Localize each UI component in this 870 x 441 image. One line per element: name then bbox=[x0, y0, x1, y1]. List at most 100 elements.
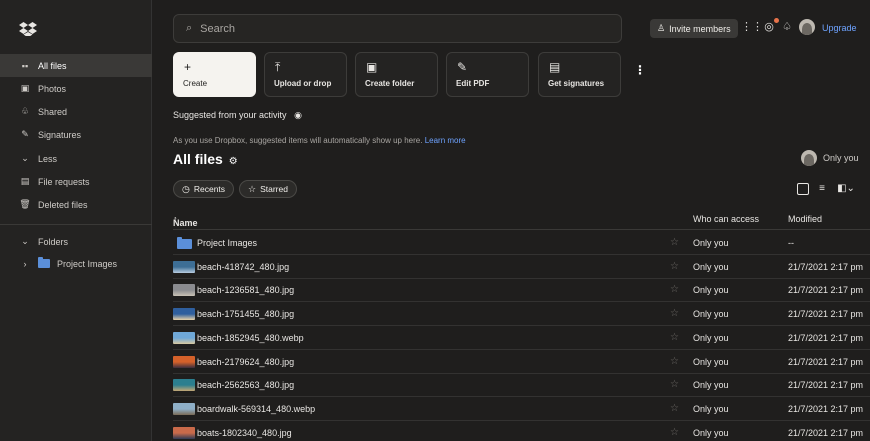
table-header: Name ↑ Who can access Modified bbox=[173, 210, 870, 230]
notification-dot bbox=[774, 18, 779, 23]
select-all-checkbox[interactable] bbox=[797, 183, 809, 195]
sidebar-item-label: Photos bbox=[38, 83, 67, 94]
list-view-icon[interactable]: ≡ bbox=[816, 183, 828, 195]
file-name[interactable]: beach-1751455_480.jpg bbox=[197, 309, 294, 319]
access-cell: Only you bbox=[693, 285, 729, 296]
modified-cell: 21/7/2021 2:17 pm bbox=[788, 403, 864, 414]
action-label: Create folder bbox=[365, 79, 415, 88]
star-icon[interactable]: ☆ bbox=[670, 379, 679, 390]
access-cell: Only you bbox=[693, 261, 729, 272]
plus-icon: + bbox=[184, 60, 192, 74]
modified-cell: 21/7/2021 2:17 pm bbox=[788, 356, 864, 367]
file-name[interactable]: beach-2562563_480.jpg bbox=[197, 380, 294, 390]
file-name[interactable]: boats-1802340_480.jpg bbox=[197, 428, 292, 438]
sidebar-item-less[interactable]: ⌄ Less bbox=[0, 147, 152, 170]
edit-pdf-icon: ✎ bbox=[457, 60, 468, 74]
file-row[interactable]: beach-1852945_480.webp ☆ Only you 21/7/2021… bbox=[173, 326, 870, 350]
sidebar-folders-toggle[interactable]: ⌄ Folders bbox=[0, 230, 152, 253]
image-thumbnail bbox=[173, 284, 195, 297]
create-button[interactable]: + Create bbox=[173, 52, 256, 97]
signature-icon: ▤ bbox=[549, 60, 561, 74]
file-row[interactable]: boardwalk-569314_480.webp ☆ Only you 21/7/2… bbox=[173, 397, 870, 421]
modified-column-header[interactable]: Modified bbox=[788, 214, 822, 224]
page-title: All files ⚙ bbox=[173, 151, 238, 167]
access-cell: Only you bbox=[693, 309, 729, 320]
action-label: Get signatures bbox=[548, 79, 605, 88]
user-avatar[interactable] bbox=[799, 19, 815, 35]
get-signatures-button[interactable]: ▤ Get signatures bbox=[538, 52, 621, 97]
create-folder-button[interactable]: ▣ Create folder bbox=[355, 52, 438, 97]
upgrade-link[interactable]: Upgrade bbox=[822, 23, 857, 33]
access-column-header[interactable]: Who can access bbox=[693, 214, 759, 224]
search-icon: ⌕ bbox=[186, 22, 193, 34]
apps-grid-icon[interactable]: ⋮⋮ bbox=[741, 20, 763, 34]
layout-toggle-icon[interactable]: ◧⌄ bbox=[837, 183, 855, 195]
file-row[interactable]: beach-2562563_480.jpg ☆ Only you 21/7/2021 … bbox=[173, 373, 870, 398]
sidebar-item-photos[interactable]: ▣ Photos bbox=[0, 77, 152, 100]
modified-cell: 21/7/2021 2:17 pm bbox=[788, 332, 864, 343]
chevron-right-icon[interactable]: › bbox=[20, 259, 30, 269]
starred-label: Starred bbox=[260, 184, 288, 194]
bell-icon[interactable]: ♤ bbox=[780, 20, 794, 34]
folder-row[interactable]: Project Images ☆ Only you -- bbox=[173, 231, 870, 255]
eye-icon[interactable]: ◉ bbox=[294, 110, 302, 120]
upload-or-drop-button[interactable]: ⤒ Upload or drop bbox=[264, 52, 347, 97]
shared-icon: ♧ bbox=[20, 106, 30, 116]
sidebar-divider bbox=[0, 224, 152, 225]
access-cell: Only you bbox=[693, 403, 729, 414]
star-icon[interactable]: ☆ bbox=[670, 308, 679, 319]
sidebar-item-shared[interactable]: ♧ Shared bbox=[0, 100, 152, 123]
file-name[interactable]: boardwalk-569314_480.webp bbox=[197, 404, 315, 414]
file-name[interactable]: beach-418742_480.jpg bbox=[197, 262, 289, 272]
star-icon[interactable]: ☆ bbox=[670, 237, 679, 248]
photos-icon: ▣ bbox=[20, 83, 30, 93]
star-icon[interactable]: ☆ bbox=[670, 403, 679, 414]
sidebar-item-file-requests[interactable]: ▤ File requests bbox=[0, 170, 152, 193]
edit-pdf-button[interactable]: ✎ Edit PDF bbox=[446, 52, 529, 97]
search-input[interactable]: ⌕ Search bbox=[173, 14, 622, 43]
star-icon[interactable]: ☆ bbox=[670, 284, 679, 295]
image-thumbnail bbox=[173, 355, 195, 368]
file-name[interactable]: beach-2179624_480.jpg bbox=[197, 357, 294, 367]
invite-members-button[interactable]: ♙ Invite members bbox=[650, 19, 738, 38]
folder-label: Project Images bbox=[57, 258, 118, 269]
sidebar-item-signatures[interactable]: ✎ Signatures bbox=[0, 123, 152, 146]
file-name[interactable]: Project Images bbox=[197, 238, 257, 248]
file-row[interactable]: beach-2179624_480.jpg ☆ Only you 21/7/2021 … bbox=[173, 350, 870, 374]
page-title-text: All files bbox=[173, 151, 223, 167]
starred-filter-button[interactable]: ☆ Starred bbox=[239, 180, 297, 198]
learn-more-link[interactable]: Learn more bbox=[425, 136, 466, 145]
more-actions-icon[interactable]: ⋮ bbox=[634, 63, 646, 77]
action-label: Edit PDF bbox=[456, 79, 490, 88]
file-row[interactable]: beach-418742_480.jpg ☆ Only you 21/7/2021 2… bbox=[173, 255, 870, 279]
sidebar-folder-project-images[interactable]: › Project Images bbox=[0, 252, 152, 275]
suggested-description-text: As you use Dropbox, suggested items will… bbox=[173, 136, 423, 145]
recents-label: Recents bbox=[193, 184, 226, 194]
dropbox-logo-icon[interactable] bbox=[19, 22, 37, 36]
file-row[interactable]: beach-1751455_480.jpg ☆ Only you 21/7/2021 … bbox=[173, 302, 870, 327]
modified-cell: 21/7/2021 2:17 pm bbox=[788, 285, 864, 296]
chevron-down-icon: ⌄ bbox=[21, 153, 29, 163]
gear-icon[interactable]: ⚙ bbox=[229, 156, 238, 167]
star-icon[interactable]: ☆ bbox=[670, 261, 679, 272]
star-icon[interactable]: ☆ bbox=[670, 427, 679, 438]
modified-cell: -- bbox=[788, 238, 794, 248]
action-label: Create bbox=[183, 79, 208, 88]
sidebar-item-all-files[interactable]: ▪▪ All files bbox=[0, 54, 152, 77]
file-row[interactable]: boats-1802340_480.jpg ☆ Only you 21/7/2021 … bbox=[173, 421, 870, 441]
star-icon: ☆ bbox=[248, 183, 257, 194]
name-column-header[interactable]: Name ↑ bbox=[173, 214, 198, 228]
file-name[interactable]: beach-1852945_480.webp bbox=[197, 333, 304, 343]
image-thumbnail bbox=[173, 402, 195, 415]
star-icon[interactable]: ☆ bbox=[670, 332, 679, 343]
sidebar-item-deleted-files[interactable]: 🗑 Deleted files bbox=[0, 193, 152, 216]
recents-filter-button[interactable]: ◷ Recents bbox=[173, 180, 235, 198]
access-cell: Only you bbox=[693, 380, 729, 391]
file-row[interactable]: beach-1236581_480.jpg ☆ Only you 21/7/2021 … bbox=[173, 278, 870, 303]
star-icon[interactable]: ☆ bbox=[670, 356, 679, 367]
access-owner[interactable]: Only you bbox=[801, 150, 859, 166]
action-label: Upload or drop bbox=[274, 79, 332, 88]
image-thumbnail bbox=[173, 379, 195, 392]
access-cell: Only you bbox=[693, 238, 729, 248]
file-name[interactable]: beach-1236581_480.jpg bbox=[197, 285, 294, 295]
